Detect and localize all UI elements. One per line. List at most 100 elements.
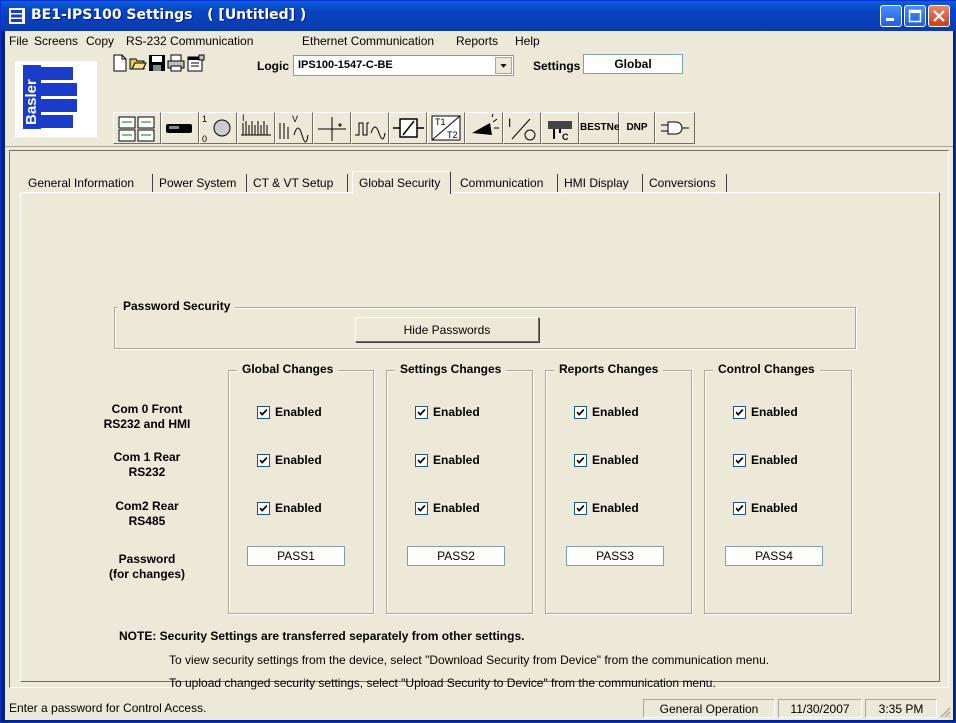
title-bar[interactable]: BE1-IPS100 Settings ( [Untitled] ) xyxy=(1,1,956,31)
logic-select[interactable]: IPS100-1547-C-BE xyxy=(293,55,514,76)
reclose-screen-button[interactable] xyxy=(389,112,427,144)
breaker-monitor-screen-button[interactable]: I xyxy=(503,112,541,144)
app-logo-icon xyxy=(9,8,25,24)
protection-screen-button[interactable] xyxy=(313,112,351,144)
checkbox-label: Enabled xyxy=(275,453,322,467)
checkbox-label: Enabled xyxy=(433,501,480,515)
tab-hmi-display[interactable]: HMI Display xyxy=(558,174,643,193)
reports-com2-checkbox[interactable]: Enabled xyxy=(574,501,664,517)
bestnet-screen-button[interactable]: BESTNet xyxy=(579,112,623,144)
settings-com1-checkbox[interactable]: Enabled xyxy=(415,453,505,469)
menu-rs232-communication[interactable]: RS-232 Communication xyxy=(126,34,253,48)
voltage-screen-button[interactable]: V xyxy=(275,112,313,144)
checkbox-label: Enabled xyxy=(592,405,639,419)
new-file-icon[interactable] xyxy=(111,54,129,72)
global-password-field[interactable]: PASS1 xyxy=(247,546,345,566)
menu-copy[interactable]: Copy xyxy=(86,34,114,48)
logic-gate-screen-button[interactable] xyxy=(655,112,695,144)
logic-label: Logic xyxy=(257,59,289,73)
io-screen-button[interactable] xyxy=(113,112,161,144)
save-disk-icon[interactable] xyxy=(148,54,166,72)
settings-label: Settings xyxy=(533,59,581,73)
global-com0-checkbox[interactable]: Enabled xyxy=(257,405,347,421)
properties-icon[interactable] xyxy=(187,54,205,72)
dnp-screen-button[interactable]: DNP xyxy=(619,112,655,144)
reports-com0-checkbox[interactable]: Enabled xyxy=(574,405,664,421)
menu-screens[interactable]: Screens xyxy=(34,34,78,48)
tab-global-security[interactable]: Global Security xyxy=(352,171,451,194)
breaker-screen-button[interactable]: 10 xyxy=(199,112,237,144)
svg-text:0: 0 xyxy=(202,134,207,143)
menu-help[interactable]: Help xyxy=(515,34,540,48)
global-changes-group: Global Changes Enabled Enabled Enabled P… xyxy=(228,362,374,614)
global-com2-checkbox[interactable]: Enabled xyxy=(257,501,347,517)
checkmark-icon xyxy=(415,502,428,515)
application-window: BE1-IPS100 Settings ( [Untitled] ) File … xyxy=(0,0,956,723)
control-password-field[interactable]: PASS4 xyxy=(725,546,823,566)
svg-text:I: I xyxy=(508,116,511,130)
control-password-value: PASS4 xyxy=(755,549,793,563)
checkbox-label: Enabled xyxy=(751,501,798,515)
status-mode: General Operation xyxy=(643,699,775,718)
relay-unit-icon xyxy=(166,124,192,133)
control-com2-checkbox[interactable]: Enabled xyxy=(733,501,823,517)
tab-ct-vt-setup[interactable]: CT & VT Setup xyxy=(247,174,348,193)
svg-text:T1: T1 xyxy=(435,117,446,127)
alarm-screen-button[interactable] xyxy=(465,112,503,144)
svg-text:V: V xyxy=(292,114,298,124)
menu-reports[interactable]: Reports xyxy=(456,34,498,48)
control-com0-checkbox[interactable]: Enabled xyxy=(733,405,823,421)
tab-general-information[interactable]: General Information xyxy=(22,174,153,193)
checkmark-icon xyxy=(257,454,270,467)
relay-screen-button[interactable] xyxy=(161,112,199,144)
resize-grip-icon[interactable] xyxy=(939,706,951,718)
main-panel: General Information Power System CT & VT… xyxy=(9,150,949,690)
global-com1-checkbox[interactable]: Enabled xyxy=(257,453,347,469)
print-icon[interactable] xyxy=(167,54,185,72)
i-over-circle-icon: I xyxy=(508,116,536,141)
input-output-grid-icon xyxy=(118,116,155,142)
tc-screen-button[interactable]: C xyxy=(541,112,579,144)
checkmark-icon xyxy=(574,454,587,467)
checkmark-icon xyxy=(257,406,270,419)
tab-power-system[interactable]: Power System xyxy=(153,174,247,193)
current-screen-button[interactable]: I xyxy=(237,112,275,144)
control-com1-checkbox[interactable]: Enabled xyxy=(733,453,823,469)
logic-timer-screen-button[interactable] xyxy=(351,112,389,144)
basler-logo: Basler xyxy=(15,61,97,137)
control-changes-group: Control Changes Enabled Enabled Enabled xyxy=(704,362,852,614)
open-folder-icon[interactable] xyxy=(129,54,147,72)
menu-file[interactable]: File xyxy=(9,34,28,48)
settings-com2-checkbox[interactable]: Enabled xyxy=(415,501,505,517)
com1-line2: RS232 xyxy=(128,465,166,479)
menu-ethernet-communication[interactable]: Ethernet Communication xyxy=(302,34,434,48)
t1-t2-icon: T1T2 xyxy=(431,115,461,141)
hide-passwords-button[interactable]: Hide Passwords xyxy=(355,317,539,342)
security-note-heading: NOTE: Security Settings are transferred … xyxy=(119,629,525,643)
checkmark-icon xyxy=(733,454,746,467)
status-message: Enter a password for Control Access. xyxy=(9,701,207,715)
tab-communication[interactable]: Communication xyxy=(454,174,558,193)
setting-groups-screen-button[interactable]: T1 T2 xyxy=(427,112,465,144)
reports-com1-checkbox[interactable]: Enabled xyxy=(574,453,664,469)
checkbox-label: Enabled xyxy=(275,405,322,419)
security-note-line2: To upload changed security settings, sel… xyxy=(169,676,716,690)
trip-circuit-icon: C xyxy=(548,121,572,142)
global-password-value: PASS1 xyxy=(277,549,315,563)
reports-password-field[interactable]: PASS3 xyxy=(566,546,664,566)
com0-row-label: Com 0 Front RS232 and HMI xyxy=(92,402,202,432)
close-icon xyxy=(933,10,945,22)
and-gate-icon xyxy=(661,121,689,135)
tab-conversions[interactable]: Conversions xyxy=(643,174,727,193)
minimize-button[interactable] xyxy=(880,5,902,27)
maximize-button[interactable] xyxy=(904,5,926,27)
close-button[interactable] xyxy=(928,5,950,27)
com2-line2: RS485 xyxy=(128,514,166,528)
global-security-page: Password Security Hide Passwords Com 0 F… xyxy=(20,192,940,690)
settings-password-field[interactable]: PASS2 xyxy=(407,546,505,566)
breaker-switch-icon: 10 xyxy=(202,114,231,143)
settings-com0-checkbox[interactable]: Enabled xyxy=(415,405,505,421)
reports-changes-title: Reports Changes xyxy=(554,362,664,376)
chevron-down-icon[interactable] xyxy=(495,57,512,74)
settings-changes-title: Settings Changes xyxy=(395,362,507,376)
